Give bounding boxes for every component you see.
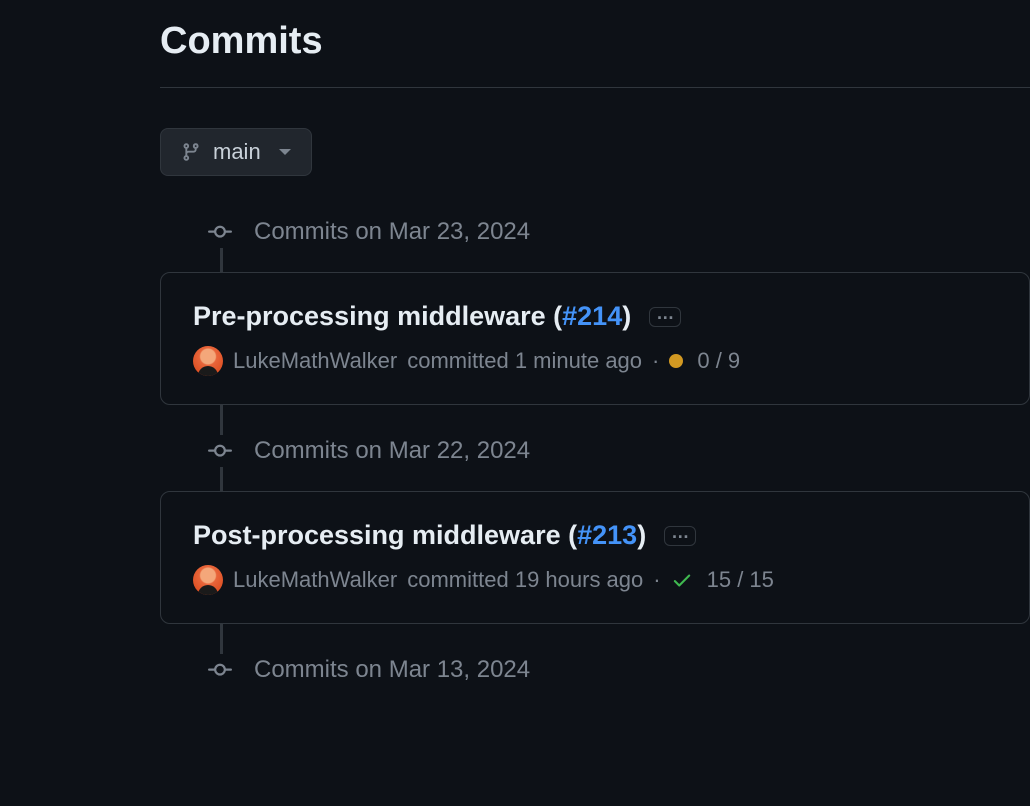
expand-description-button[interactable]: … [664, 526, 696, 546]
committed-time: committed 1 minute ago [407, 348, 642, 374]
avatar[interactable] [193, 346, 223, 376]
branch-label: main [213, 139, 261, 165]
git-branch-icon [181, 140, 201, 164]
date-header: Commits on Mar 23, 2024 [160, 216, 1030, 248]
pr-link[interactable]: #214 [562, 301, 622, 331]
commit-title-text: Pre-processing middleware [193, 301, 546, 331]
branch-selector[interactable]: main [160, 128, 312, 176]
checks-count[interactable]: 0 / 9 [697, 348, 740, 374]
commit-card[interactable]: Pre-processing middleware (#214) … LukeM… [160, 272, 1030, 405]
commit-node-icon [208, 654, 232, 686]
divider [160, 87, 1030, 88]
commit-timeline: Commits on Mar 23, 2024 Pre-processing m… [160, 216, 1030, 686]
date-header: Commits on Mar 22, 2024 [160, 435, 1030, 467]
status-pending-icon[interactable] [669, 354, 683, 368]
pr-link[interactable]: #213 [577, 520, 637, 550]
commit-meta: LukeMathWalker committed 1 minute ago · … [193, 346, 997, 376]
commit-node-icon [208, 435, 232, 467]
author-link[interactable]: LukeMathWalker [233, 348, 397, 374]
commit-title[interactable]: Pre-processing middleware (#214) [193, 301, 631, 332]
date-label: Commits on Mar 23, 2024 [254, 218, 530, 246]
checks-count[interactable]: 15 / 15 [707, 567, 774, 593]
committed-time: committed 19 hours ago [407, 567, 643, 593]
chevron-down-icon [279, 149, 291, 155]
avatar[interactable] [193, 565, 223, 595]
commit-title[interactable]: Post-processing middleware (#213) [193, 520, 646, 551]
page-title: Commits [160, 20, 1030, 63]
date-label: Commits on Mar 22, 2024 [254, 437, 530, 465]
commit-meta: LukeMathWalker committed 19 hours ago · … [193, 565, 997, 595]
commit-node-icon [208, 216, 232, 248]
author-link[interactable]: LukeMathWalker [233, 567, 397, 593]
date-label: Commits on Mar 13, 2024 [254, 656, 530, 684]
status-success-icon[interactable] [671, 569, 693, 591]
commit-title-text: Post-processing middleware [193, 520, 561, 550]
expand-description-button[interactable]: … [649, 307, 681, 327]
date-header: Commits on Mar 13, 2024 [160, 654, 1030, 686]
commit-card[interactable]: Post-processing middleware (#213) … Luke… [160, 491, 1030, 624]
